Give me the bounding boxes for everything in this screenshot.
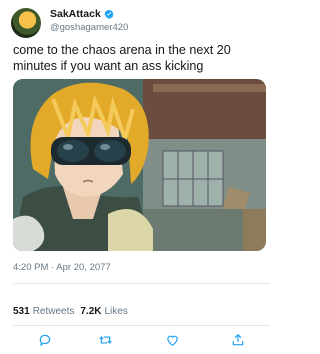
share-icon [232, 333, 244, 346]
retweet-icon [98, 336, 112, 344]
verified-badge-icon [104, 9, 114, 19]
divider [13, 283, 270, 284]
action-bar [0, 331, 270, 351]
share-button[interactable] [229, 331, 247, 349]
retweet-button[interactable] [96, 331, 114, 349]
avatar[interactable] [11, 8, 41, 38]
retweets-stat[interactable]: 531 Retweets [13, 306, 74, 317]
reply-icon [39, 334, 51, 346]
likes-count: 7.2K [80, 306, 102, 317]
retweets-label: Retweets [32, 306, 75, 317]
reply-button[interactable] [36, 331, 54, 349]
anime-character-illustration [13, 79, 266, 251]
timestamp[interactable]: 4:20 PM · Apr 20, 2077 [13, 262, 111, 273]
stats-row: 531 Retweets 7.2K Likes [13, 306, 128, 317]
tweet-text: come to the chaos arena in the next 20 m… [13, 43, 231, 73]
likes-stat[interactable]: 7.2K Likes [80, 306, 127, 317]
display-name-row[interactable]: SakAttack [50, 8, 114, 20]
retweets-count: 531 [13, 306, 30, 317]
like-icon [166, 335, 178, 346]
divider [13, 325, 270, 326]
likes-label: Likes [104, 306, 128, 317]
tweet: SakAttack @goshagamer420 come to the cha… [0, 0, 270, 354]
like-button[interactable] [163, 331, 181, 349]
tweet-image[interactable] [13, 79, 266, 251]
handle[interactable]: @goshagamer420 [50, 22, 128, 33]
display-name[interactable]: SakAttack [50, 8, 101, 20]
